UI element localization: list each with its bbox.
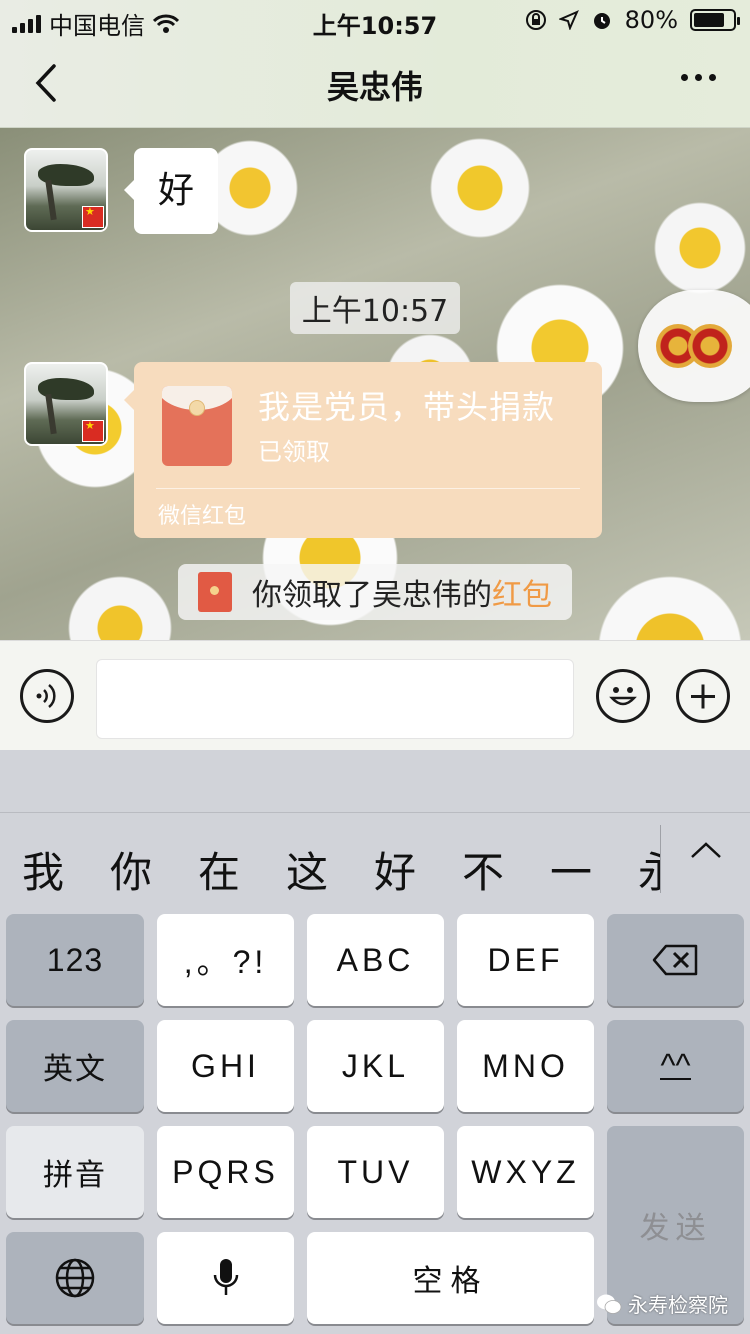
timestamp-text: 上午10:57	[289, 282, 461, 334]
candidate-word-clipped: 永	[638, 848, 660, 897]
key-tuv[interactable]: TUV	[307, 1126, 444, 1218]
red-packet-icon	[198, 572, 232, 612]
watermark-text: 永寿检察院	[628, 1293, 728, 1317]
key-label: ,。?!	[183, 944, 268, 980]
red-packet-footer: 微信红包	[158, 504, 247, 529]
chat-area[interactable]: 好 上午10:57 我是党员，带头捐款 已领取 微信红包 你领取了吴忠伟的红包	[0, 128, 750, 640]
backspace-icon	[652, 944, 697, 976]
message-timestamp: 上午10:57	[0, 282, 750, 334]
key-english[interactable]: 英文	[6, 1020, 144, 1112]
status-bar: 中国电信 上午10:57 80%	[0, 0, 750, 40]
key-label: 123	[46, 941, 104, 978]
red-packet-link[interactable]: 红包	[492, 578, 552, 613]
input-bar	[0, 640, 750, 750]
battery-fill	[694, 13, 725, 27]
key-label: JKL	[341, 1047, 410, 1084]
candidate-word[interactable]: 一	[550, 839, 592, 900]
system-message-text: 你领取了吴忠伟的红包	[252, 570, 552, 614]
watermark: 永寿检察院	[596, 1289, 728, 1318]
divider	[660, 825, 661, 893]
key-def[interactable]: DEF	[457, 914, 594, 1006]
red-packet-icon	[162, 386, 232, 466]
key-label: TUV	[337, 1153, 414, 1190]
alarm-icon	[593, 13, 610, 29]
key-numbers[interactable]: 123	[6, 914, 144, 1006]
key-label: ^^	[660, 1047, 691, 1083]
key-mno[interactable]: MNO	[457, 1020, 594, 1112]
key-pinyin[interactable]: 拼音	[6, 1126, 144, 1218]
key-label: WXYZ	[471, 1153, 580, 1190]
key-emoticon[interactable]: ^^	[607, 1020, 744, 1112]
key-label: PQRS	[172, 1153, 279, 1190]
chevron-up-icon[interactable]	[690, 835, 722, 867]
candidate-word[interactable]: 这	[286, 839, 328, 900]
globe-key[interactable]	[6, 1232, 144, 1324]
red-packet-status: 已领取	[258, 438, 330, 466]
message-bubble[interactable]: 好	[123, 148, 219, 234]
chat-title: 吴忠伟	[326, 68, 423, 106]
key-wxyz[interactable]: WXYZ	[457, 1126, 594, 1218]
key-label: 发送	[639, 1211, 712, 1246]
candidate-word[interactable]: 好	[374, 839, 416, 900]
battery-icon	[690, 9, 740, 31]
key-ghi[interactable]: GHI	[157, 1020, 294, 1112]
system-message: 你领取了吴忠伟的红包	[0, 564, 750, 620]
red-packet-message[interactable]: 我是党员，带头捐款 已领取 微信红包	[124, 362, 602, 538]
emblem-icon	[688, 324, 732, 368]
globe-icon	[55, 1258, 95, 1298]
key-label: ABC	[336, 941, 415, 978]
more-functions-icon[interactable]	[676, 669, 730, 723]
key-label: 英文	[43, 1052, 107, 1087]
key-abc[interactable]: ABC	[307, 914, 444, 1006]
key-pqrs[interactable]: PQRS	[157, 1126, 294, 1218]
dictation-key[interactable]	[157, 1232, 294, 1324]
location-icon	[558, 10, 579, 30]
avatar[interactable]	[24, 148, 108, 232]
key-label: 空格	[412, 1264, 489, 1299]
message-input[interactable]	[96, 659, 574, 739]
avatar[interactable]	[24, 362, 108, 446]
voice-input-icon[interactable]	[20, 669, 74, 723]
red-packet-title: 我是党员，带头捐款	[258, 388, 556, 426]
key-label: GHI	[191, 1047, 260, 1084]
floating-window-badge[interactable]	[638, 290, 750, 402]
key-punctuation[interactable]: ,。?!	[157, 914, 294, 1006]
candidate-word[interactable]: 永	[638, 839, 660, 900]
battery-percent: 80%	[624, 6, 678, 34]
candidate-word[interactable]: 在	[198, 839, 240, 900]
key-label: 拼音	[43, 1158, 107, 1193]
emoji-icon[interactable]	[596, 669, 650, 723]
keyboard: 我 你 在 这 好 不 一 永 123 ,。?! ABC DEF 英文 GHI …	[0, 750, 750, 1334]
delete-key[interactable]	[607, 914, 744, 1006]
key-jkl[interactable]: JKL	[307, 1020, 444, 1112]
more-options-icon[interactable]	[681, 74, 716, 81]
key-label: MNO	[482, 1047, 569, 1084]
system-message-prefix: 你领取了吴忠伟的	[252, 578, 492, 613]
status-right: 80%	[525, 6, 740, 34]
candidate-bar: 我 你 在 这 好 不 一 永	[0, 812, 750, 912]
nav-bar: 吴忠伟	[0, 40, 750, 128]
top-bar: 中国电信 上午10:57 80% 吴忠伟	[0, 0, 750, 128]
candidate-word[interactable]: 不	[462, 839, 504, 900]
wechat-logo-icon	[597, 1294, 622, 1314]
key-label: DEF	[487, 941, 564, 978]
microphone-icon	[213, 1259, 238, 1295]
system-message-pill: 你领取了吴忠伟的红包	[178, 564, 572, 620]
divider	[156, 488, 580, 489]
candidate-word[interactable]: 你	[110, 839, 152, 900]
candidate-word[interactable]: 我	[22, 839, 64, 900]
space-key[interactable]: 空格	[307, 1232, 594, 1324]
rotation-lock-icon	[525, 10, 546, 30]
